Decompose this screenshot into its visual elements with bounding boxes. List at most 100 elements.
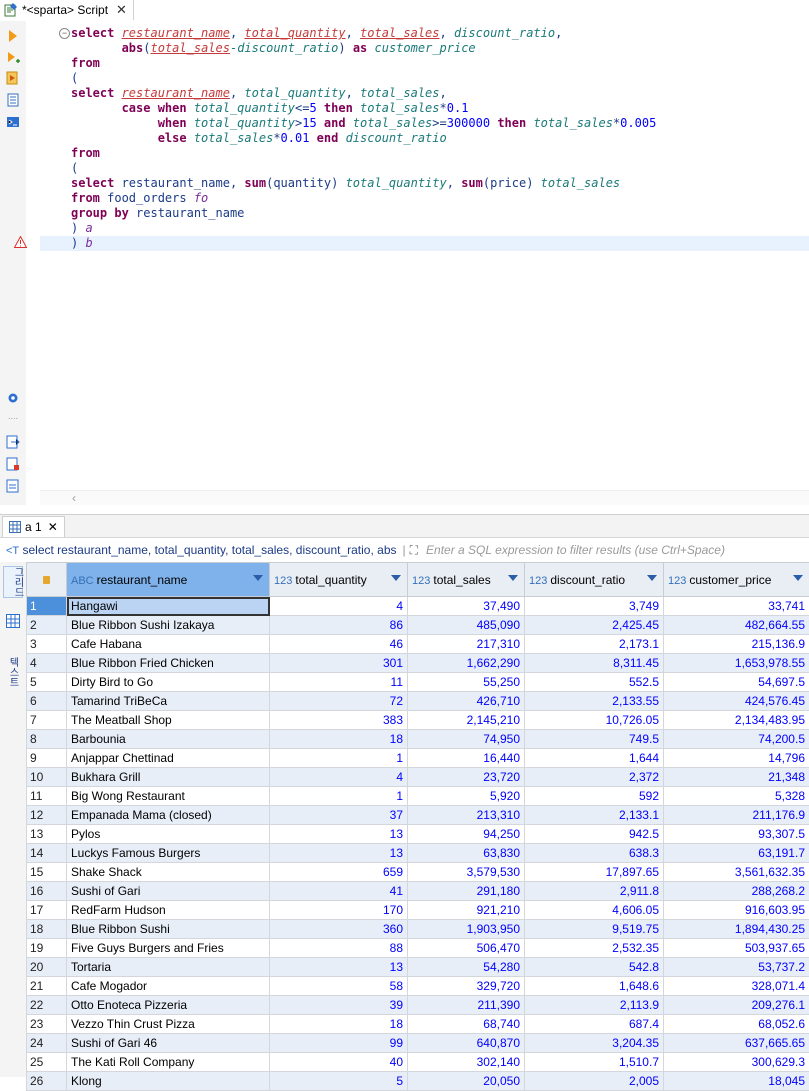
- cell-customer-price[interactable]: 300,629.3: [664, 1053, 809, 1072]
- cell-customer-price[interactable]: 93,307.5: [664, 825, 809, 844]
- cell-discount-ratio[interactable]: 2,133.55: [525, 692, 664, 711]
- sql-file-icon[interactable]: [6, 479, 20, 493]
- code-line[interactable]: select restaurant_name, total_quantity, …: [71, 86, 656, 101]
- cell-restaurant-name[interactable]: Luckys Famous Burgers: [67, 844, 270, 863]
- cell-discount-ratio[interactable]: 3,204.35: [525, 1034, 664, 1053]
- cell-customer-price[interactable]: 54,697.5: [664, 673, 809, 692]
- cell-customer-price[interactable]: 288,268.2: [664, 882, 809, 901]
- table-row[interactable]: 25The Kati Roll Company40302,1401,510.73…: [27, 1053, 809, 1072]
- row-number[interactable]: 24: [27, 1034, 67, 1053]
- scroll-left-icon[interactable]: ‹: [72, 491, 76, 505]
- cell-discount-ratio[interactable]: 2,005: [525, 1072, 664, 1091]
- cell-discount-ratio[interactable]: 592: [525, 787, 664, 806]
- table-row[interactable]: 24Sushi of Gari 4699640,8703,204.35637,6…: [27, 1034, 809, 1053]
- sql-code[interactable]: select restaurant_name, total_quantity, …: [71, 26, 656, 251]
- code-line[interactable]: from: [71, 146, 656, 161]
- cell-total-quantity[interactable]: 659: [270, 863, 408, 882]
- row-number[interactable]: 19: [27, 939, 67, 958]
- execution-plan-icon[interactable]: [6, 93, 20, 107]
- cell-customer-price[interactable]: 328,071.4: [664, 977, 809, 996]
- cell-customer-price[interactable]: 637,665.65: [664, 1034, 809, 1053]
- cell-total-sales[interactable]: 63,830: [408, 844, 525, 863]
- row-number[interactable]: 7: [27, 711, 67, 730]
- cell-total-sales[interactable]: 37,490: [408, 597, 525, 616]
- table-row[interactable]: 10Bukhara Grill423,7202,37221,348: [27, 768, 809, 787]
- cell-total-quantity[interactable]: 360: [270, 920, 408, 939]
- table-row[interactable]: 14Luckys Famous Burgers1363,830638.363,1…: [27, 844, 809, 863]
- code-line[interactable]: select restaurant_name, total_quantity, …: [71, 26, 656, 41]
- cell-customer-price[interactable]: 482,664.55: [664, 616, 809, 635]
- column-header-discount-ratio[interactable]: 123discount_ratio: [525, 563, 664, 597]
- cell-customer-price[interactable]: 53,737.2: [664, 958, 809, 977]
- cell-discount-ratio[interactable]: 3,749: [525, 597, 664, 616]
- row-number[interactable]: 15: [27, 863, 67, 882]
- cell-total-sales[interactable]: 55,250: [408, 673, 525, 692]
- table-row[interactable]: 16Sushi of Gari41291,1802,911.8288,268.2: [27, 882, 809, 901]
- code-line[interactable]: case when total_quantity<=5 then total_s…: [71, 101, 656, 116]
- cell-restaurant-name[interactable]: Otto Enoteca Pizzeria: [67, 996, 270, 1015]
- cell-total-sales[interactable]: 485,090: [408, 616, 525, 635]
- cell-total-sales[interactable]: 2,145,210: [408, 711, 525, 730]
- cell-total-sales[interactable]: 5,920: [408, 787, 525, 806]
- cell-total-quantity[interactable]: 37: [270, 806, 408, 825]
- cell-restaurant-name[interactable]: Klong: [67, 1072, 270, 1091]
- cell-total-sales[interactable]: 217,310: [408, 635, 525, 654]
- cell-customer-price[interactable]: 14,796: [664, 749, 809, 768]
- cell-discount-ratio[interactable]: 2,372: [525, 768, 664, 787]
- row-number[interactable]: 25: [27, 1053, 67, 1072]
- cell-customer-price[interactable]: 1,894,430.25: [664, 920, 809, 939]
- cell-discount-ratio[interactable]: 2,173.1: [525, 635, 664, 654]
- row-number[interactable]: 5: [27, 673, 67, 692]
- cell-total-sales[interactable]: 54,280: [408, 958, 525, 977]
- cell-total-quantity[interactable]: 41: [270, 882, 408, 901]
- cell-restaurant-name[interactable]: Hangawi: [67, 597, 270, 616]
- code-line[interactable]: group by restaurant_name: [71, 206, 656, 221]
- row-number[interactable]: 3: [27, 635, 67, 654]
- cell-total-sales[interactable]: 74,950: [408, 730, 525, 749]
- cell-restaurant-name[interactable]: Sushi of Gari 46: [67, 1034, 270, 1053]
- cell-customer-price[interactable]: 33,741: [664, 597, 809, 616]
- filter-input[interactable]: Enter a SQL expression to filter results…: [426, 543, 725, 557]
- row-number[interactable]: 26: [27, 1072, 67, 1091]
- table-row[interactable]: 20Tortaria1354,280542.853,737.2: [27, 958, 809, 977]
- cell-customer-price[interactable]: 916,603.95: [664, 901, 809, 920]
- cell-restaurant-name[interactable]: Blue Ribbon Sushi Izakaya: [67, 616, 270, 635]
- cell-total-sales[interactable]: 291,180: [408, 882, 525, 901]
- row-number[interactable]: 11: [27, 787, 67, 806]
- row-number[interactable]: 9: [27, 749, 67, 768]
- code-line[interactable]: from: [71, 56, 656, 71]
- cell-customer-price[interactable]: 1,653,978.55: [664, 654, 809, 673]
- row-number[interactable]: 14: [27, 844, 67, 863]
- table-row[interactable]: 1Hangawi437,4903,74933,741: [27, 597, 809, 616]
- new-script-icon[interactable]: [6, 457, 20, 471]
- cell-discount-ratio[interactable]: 1,644: [525, 749, 664, 768]
- execute-statement-icon[interactable]: [6, 29, 20, 43]
- cell-discount-ratio[interactable]: 942.5: [525, 825, 664, 844]
- cell-total-quantity[interactable]: 1: [270, 787, 408, 806]
- export-icon[interactable]: [6, 435, 20, 449]
- cell-total-quantity[interactable]: 13: [270, 844, 408, 863]
- cell-customer-price[interactable]: 18,045: [664, 1072, 809, 1091]
- table-row[interactable]: 17RedFarm Hudson170921,2104,606.05916,60…: [27, 901, 809, 920]
- cell-total-sales[interactable]: 921,210: [408, 901, 525, 920]
- cell-total-sales[interactable]: 3,579,530: [408, 863, 525, 882]
- row-number[interactable]: 16: [27, 882, 67, 901]
- sort-icon[interactable]: [647, 575, 657, 581]
- cell-restaurant-name[interactable]: RedFarm Hudson: [67, 901, 270, 920]
- code-line[interactable]: select restaurant_name, sum(quantity) to…: [71, 176, 656, 191]
- cell-restaurant-name[interactable]: Empanada Mama (closed): [67, 806, 270, 825]
- cell-restaurant-name[interactable]: Barbounia: [67, 730, 270, 749]
- expand-icon[interactable]: ⛶: [410, 543, 418, 558]
- row-number[interactable]: 8: [27, 730, 67, 749]
- cell-total-quantity[interactable]: 39: [270, 996, 408, 1015]
- cell-total-sales[interactable]: 211,390: [408, 996, 525, 1015]
- row-number[interactable]: 21: [27, 977, 67, 996]
- table-row[interactable]: 4Blue Ribbon Fried Chicken3011,662,2908,…: [27, 654, 809, 673]
- cell-restaurant-name[interactable]: Sushi of Gari: [67, 882, 270, 901]
- cell-total-sales[interactable]: 20,050: [408, 1072, 525, 1091]
- code-line[interactable]: ) b: [71, 236, 656, 251]
- table-row[interactable]: 12Empanada Mama (closed)37213,3102,133.1…: [27, 806, 809, 825]
- cell-total-sales[interactable]: 68,740: [408, 1015, 525, 1034]
- cell-discount-ratio[interactable]: 687.4: [525, 1015, 664, 1034]
- code-line[interactable]: abs(total_sales-discount_ratio) as custo…: [71, 41, 656, 56]
